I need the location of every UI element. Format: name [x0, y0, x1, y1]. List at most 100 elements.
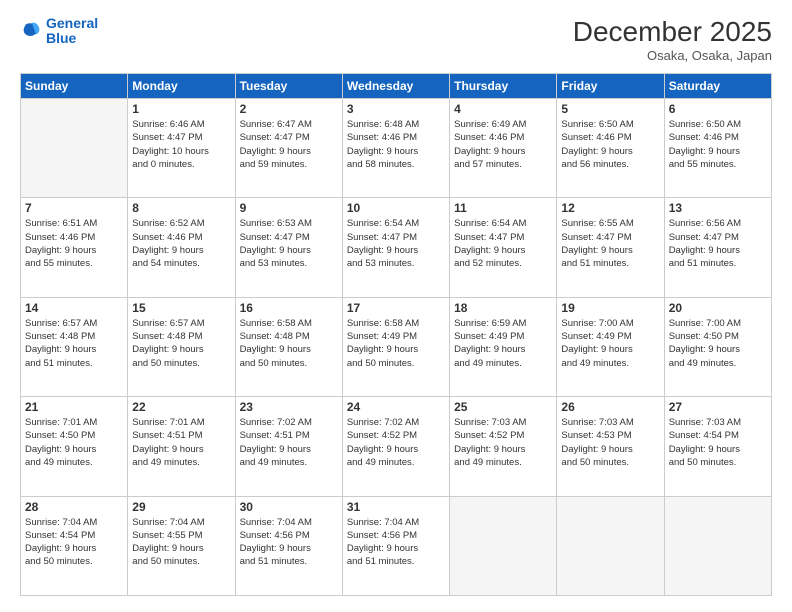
day-number: 2 — [240, 102, 338, 116]
calendar-cell: 13 Sunrise: 6:56 AM Sunset: 4:47 PM Dayli… — [664, 198, 771, 297]
calendar-cell: 8 Sunrise: 6:52 AM Sunset: 4:46 PM Daylig… — [128, 198, 235, 297]
calendar-cell: 14Sunrise: 6:57 AM Sunset: 4:48 PM Dayli… — [21, 297, 128, 396]
page: General Blue December 2025 Osaka, Osaka,… — [0, 0, 792, 612]
day-number: 19 — [561, 301, 659, 315]
logo-line1: General — [46, 15, 98, 31]
day-info: Sunrise: 7:00 AM Sunset: 4:50 PM Dayligh… — [669, 317, 767, 370]
calendar-cell: 25Sunrise: 7:03 AM Sunset: 4:52 PM Dayli… — [450, 397, 557, 496]
day-number: 13 — [669, 201, 767, 215]
day-number: 6 — [669, 102, 767, 116]
col-saturday: Saturday — [664, 74, 771, 99]
day-number: 14 — [25, 301, 123, 315]
col-sunday: Sunday — [21, 74, 128, 99]
calendar-cell — [664, 496, 771, 595]
day-number: 25 — [454, 400, 552, 414]
calendar-cell: 4 Sunrise: 6:49 AM Sunset: 4:46 PM Daylig… — [450, 99, 557, 198]
week-row-5: 28 Sunrise: 7:04 AM Sunset: 4:54 PM Dayli… — [21, 496, 772, 595]
col-monday: Monday — [128, 74, 235, 99]
day-number: 1 — [132, 102, 230, 116]
calendar-cell — [557, 496, 664, 595]
calendar-cell: 2 Sunrise: 6:47 AM Sunset: 4:47 PM Daylig… — [235, 99, 342, 198]
calendar-cell: 31Sunrise: 7:04 AM Sunset: 4:56 PM Dayli… — [342, 496, 449, 595]
day-number: 17 — [347, 301, 445, 315]
day-info: Sunrise: 7:04 AM Sunset: 4:55 PM Dayligh… — [132, 516, 230, 569]
title-block: December 2025 Osaka, Osaka, Japan — [573, 16, 772, 63]
calendar-cell: 30Sunrise: 7:04 AM Sunset: 4:56 PM Dayli… — [235, 496, 342, 595]
day-number: 4 — [454, 102, 552, 116]
day-info: Sunrise: 6:57 AM Sunset: 4:48 PM Dayligh… — [132, 317, 230, 370]
day-info: Sunrise: 7:01 AM Sunset: 4:50 PM Dayligh… — [25, 416, 123, 469]
week-row-1: 1Sunrise: 6:46 AM Sunset: 4:47 PM Daylig… — [21, 99, 772, 198]
week-row-4: 21 Sunrise: 7:01 AM Sunset: 4:50 PM Dayli… — [21, 397, 772, 496]
logo-line2: Blue — [46, 30, 76, 46]
calendar-cell: 16Sunrise: 6:58 AM Sunset: 4:48 PM Dayli… — [235, 297, 342, 396]
day-number: 5 — [561, 102, 659, 116]
day-info: Sunrise: 6:48 AM Sunset: 4:46 PM Dayligh… — [347, 118, 445, 171]
day-number: 3 — [347, 102, 445, 116]
day-info: Sunrise: 6:54 AM Sunset: 4:47 PM Dayligh… — [454, 217, 552, 270]
day-number: 23 — [240, 400, 338, 414]
calendar-cell: 15Sunrise: 6:57 AM Sunset: 4:48 PM Dayli… — [128, 297, 235, 396]
calendar-cell — [450, 496, 557, 595]
day-info: Sunrise: 6:53 AM Sunset: 4:47 PM Dayligh… — [240, 217, 338, 270]
day-number: 31 — [347, 500, 445, 514]
day-number: 26 — [561, 400, 659, 414]
calendar-cell: 5 Sunrise: 6:50 AM Sunset: 4:46 PM Daylig… — [557, 99, 664, 198]
calendar-cell: 24 Sunrise: 7:02 AM Sunset: 4:52 PM Dayli… — [342, 397, 449, 496]
calendar-cell: 7 Sunrise: 6:51 AM Sunset: 4:46 PM Daylig… — [21, 198, 128, 297]
day-info: Sunrise: 6:50 AM Sunset: 4:46 PM Dayligh… — [561, 118, 659, 171]
day-info: Sunrise: 7:00 AM Sunset: 4:49 PM Dayligh… — [561, 317, 659, 370]
header-row: Sunday Monday Tuesday Wednesday Thursday… — [21, 74, 772, 99]
day-number: 16 — [240, 301, 338, 315]
calendar-cell: 20 Sunrise: 7:00 AM Sunset: 4:50 PM Dayli… — [664, 297, 771, 396]
day-number: 20 — [669, 301, 767, 315]
day-info: Sunrise: 7:01 AM Sunset: 4:51 PM Dayligh… — [132, 416, 230, 469]
col-tuesday: Tuesday — [235, 74, 342, 99]
calendar-cell — [21, 99, 128, 198]
day-number: 28 — [25, 500, 123, 514]
month-title: December 2025 — [573, 16, 772, 48]
day-info: Sunrise: 7:04 AM Sunset: 4:56 PM Dayligh… — [240, 516, 338, 569]
calendar-cell: 27 Sunrise: 7:03 AM Sunset: 4:54 PM Dayli… — [664, 397, 771, 496]
calendar-cell: 9Sunrise: 6:53 AM Sunset: 4:47 PM Daylig… — [235, 198, 342, 297]
col-wednesday: Wednesday — [342, 74, 449, 99]
day-number: 11 — [454, 201, 552, 215]
calendar-cell: 1Sunrise: 6:46 AM Sunset: 4:47 PM Daylig… — [128, 99, 235, 198]
calendar-cell: 29 Sunrise: 7:04 AM Sunset: 4:55 PM Dayli… — [128, 496, 235, 595]
day-info: Sunrise: 6:54 AM Sunset: 4:47 PM Dayligh… — [347, 217, 445, 270]
day-number: 27 — [669, 400, 767, 414]
day-info: Sunrise: 6:55 AM Sunset: 4:47 PM Dayligh… — [561, 217, 659, 270]
calendar-cell: 10Sunrise: 6:54 AM Sunset: 4:47 PM Dayli… — [342, 198, 449, 297]
day-info: Sunrise: 7:02 AM Sunset: 4:52 PM Dayligh… — [347, 416, 445, 469]
calendar-cell: 12Sunrise: 6:55 AM Sunset: 4:47 PM Dayli… — [557, 198, 664, 297]
day-number: 24 — [347, 400, 445, 414]
day-info: Sunrise: 7:03 AM Sunset: 4:54 PM Dayligh… — [669, 416, 767, 469]
day-info: Sunrise: 6:47 AM Sunset: 4:47 PM Dayligh… — [240, 118, 338, 171]
col-friday: Friday — [557, 74, 664, 99]
calendar-cell: 6 Sunrise: 6:50 AM Sunset: 4:46 PM Daylig… — [664, 99, 771, 198]
calendar-cell: 17 Sunrise: 6:58 AM Sunset: 4:49 PM Dayli… — [342, 297, 449, 396]
day-number: 8 — [132, 201, 230, 215]
day-info: Sunrise: 6:59 AM Sunset: 4:49 PM Dayligh… — [454, 317, 552, 370]
day-info: Sunrise: 6:51 AM Sunset: 4:46 PM Dayligh… — [25, 217, 123, 270]
calendar-cell: 28 Sunrise: 7:04 AM Sunset: 4:54 PM Dayli… — [21, 496, 128, 595]
day-number: 7 — [25, 201, 123, 215]
calendar-cell: 19 Sunrise: 7:00 AM Sunset: 4:49 PM Dayli… — [557, 297, 664, 396]
day-number: 29 — [132, 500, 230, 514]
calendar-cell: 3 Sunrise: 6:48 AM Sunset: 4:46 PM Daylig… — [342, 99, 449, 198]
day-number: 22 — [132, 400, 230, 414]
logo-text: General Blue — [46, 16, 98, 47]
day-info: Sunrise: 6:58 AM Sunset: 4:49 PM Dayligh… — [347, 317, 445, 370]
day-number: 18 — [454, 301, 552, 315]
day-info: Sunrise: 7:04 AM Sunset: 4:54 PM Dayligh… — [25, 516, 123, 569]
day-info: Sunrise: 6:56 AM Sunset: 4:47 PM Dayligh… — [669, 217, 767, 270]
day-info: Sunrise: 6:50 AM Sunset: 4:46 PM Dayligh… — [669, 118, 767, 171]
day-info: Sunrise: 6:49 AM Sunset: 4:46 PM Dayligh… — [454, 118, 552, 171]
day-info: Sunrise: 6:52 AM Sunset: 4:46 PM Dayligh… — [132, 217, 230, 270]
day-number: 21 — [25, 400, 123, 414]
calendar-cell: 18 Sunrise: 6:59 AM Sunset: 4:49 PM Dayli… — [450, 297, 557, 396]
calendar-cell: 21 Sunrise: 7:01 AM Sunset: 4:50 PM Dayli… — [21, 397, 128, 496]
calendar-cell: 22 Sunrise: 7:01 AM Sunset: 4:51 PM Dayli… — [128, 397, 235, 496]
logo-icon — [20, 20, 42, 42]
location: Osaka, Osaka, Japan — [573, 48, 772, 63]
